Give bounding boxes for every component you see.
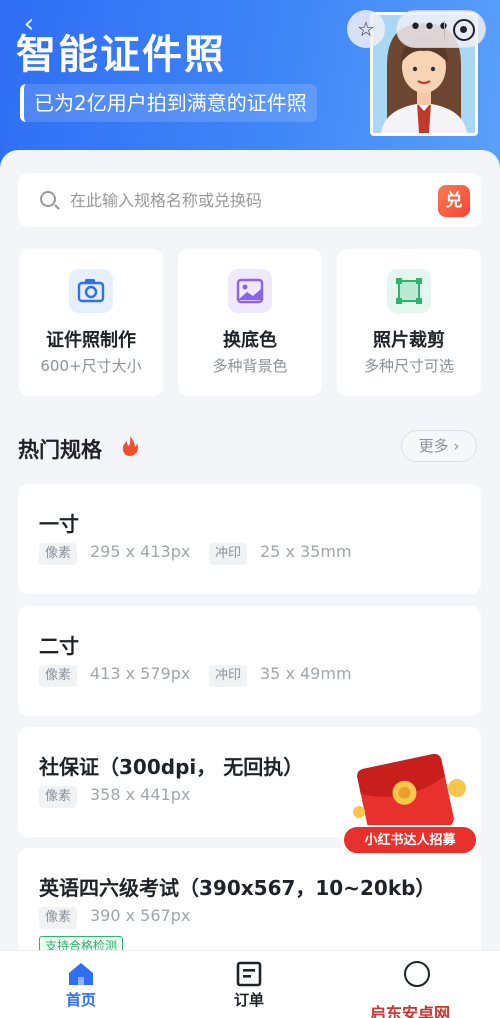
header-banner: ‹ 智能证件照 已为2亿用户拍到满意的证件照 ☆ •••: [0, 0, 500, 175]
search-icon: [40, 191, 56, 207]
camera-icon: [69, 269, 113, 313]
spec-card-cet[interactable]: 英语四六级考试（390x567，10~20kb） 像素 390 x 567px …: [18, 848, 481, 958]
spec-name: 一寸: [39, 512, 79, 536]
mini-program-capsule: •••: [396, 10, 486, 48]
feature-id-photo[interactable]: 证件照制作 600+尺寸大小: [19, 249, 163, 396]
redeem-button[interactable]: 兑: [438, 185, 470, 217]
pixel-tag: 像素: [39, 543, 78, 565]
picture-icon: [228, 269, 272, 313]
spec-name: 二寸: [39, 634, 79, 658]
print-tag: 冲印: [209, 543, 248, 565]
print-size: 25 x 35mm: [260, 542, 352, 561]
promo-red-envelope[interactable]: 小红书达人招募: [335, 753, 485, 864]
feature-crop-photo[interactable]: 照片裁剪 多种尺寸可选: [337, 249, 481, 396]
spec-name: 社保证（300dpi， 无回执）: [39, 755, 304, 779]
crop-icon: [387, 269, 431, 313]
feature-name: 证件照制作: [46, 330, 136, 351]
tab-orders[interactable]: 订单: [199, 951, 299, 1018]
spec-card-one-inch[interactable]: 一寸 像素 295 x 413px 冲印 25 x 35mm: [18, 484, 481, 594]
spec-card-two-inch[interactable]: 二寸 像素 413 x 579px 冲印 35 x 49mm: [18, 606, 481, 716]
more-specs-button[interactable]: 更多 ›: [401, 430, 477, 462]
orders-icon: [236, 961, 262, 987]
hot-specs-title: 热门规格: [18, 438, 102, 462]
feature-desc: 600+尺寸大小: [40, 357, 142, 375]
print-tag: 冲印: [209, 665, 248, 687]
spec-name: 英语四六级考试（390x567，10~20kb）: [39, 876, 436, 900]
pixel-tag: 像素: [39, 665, 78, 687]
profile-icon: [404, 961, 430, 987]
fire-icon: [121, 435, 139, 462]
feature-desc: 多种尺寸可选: [363, 357, 454, 375]
feature-change-background[interactable]: 换底色 多种背景色: [178, 249, 322, 396]
feature-name: 照片裁剪: [373, 330, 445, 351]
subtitle-banner: 已为2亿用户拍到满意的证件照: [20, 84, 317, 122]
close-target-icon[interactable]: [453, 19, 475, 41]
pixel-tag: 像素: [39, 907, 78, 929]
more-dots-icon[interactable]: •••: [409, 11, 450, 49]
promo-label: 小红书达人招募: [364, 833, 456, 848]
pixel-size: 295 x 413px: [90, 542, 191, 561]
search-bar: 兑: [18, 173, 481, 227]
pixel-tag: 像素: [39, 786, 78, 808]
tab-home[interactable]: 首页: [31, 951, 131, 1018]
home-icon: [69, 963, 93, 985]
feature-name: 换底色: [223, 330, 277, 351]
tab-label: 首页: [65, 991, 96, 1009]
favorite-star-icon[interactable]: ☆: [347, 10, 385, 48]
pixel-size: 358 x 441px: [90, 785, 191, 804]
page-title: 智能证件照: [16, 32, 226, 78]
pixel-size: 413 x 579px: [90, 664, 191, 683]
search-input[interactable]: [70, 185, 420, 215]
tab-label: 订单: [233, 991, 264, 1009]
capsule-divider: [444, 21, 445, 39]
print-size: 35 x 49mm: [260, 664, 352, 683]
pixel-size: 390 x 567px: [90, 906, 191, 925]
feature-desc: 多种背景色: [212, 357, 288, 375]
watermark-logo: 启东安卓网: [370, 1004, 451, 1018]
